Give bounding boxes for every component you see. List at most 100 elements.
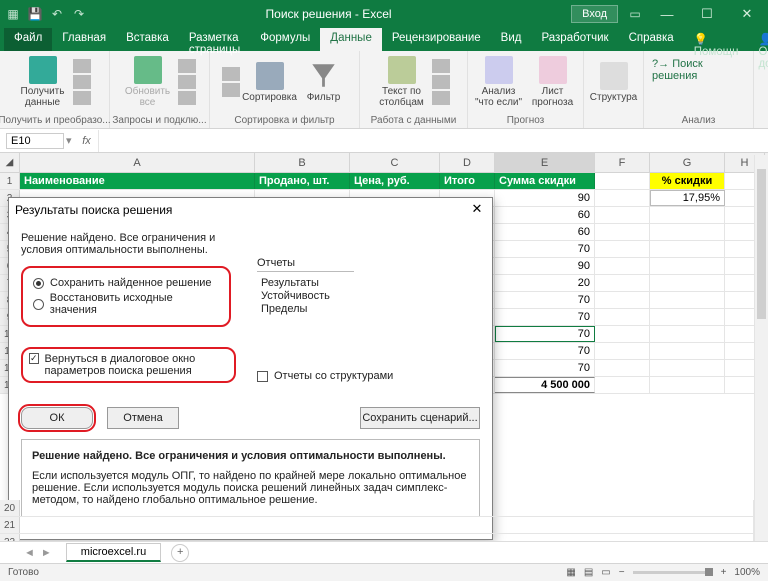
cell[interactable]	[595, 309, 650, 325]
cell[interactable]: 90	[495, 190, 595, 206]
cell[interactable]: 17,95%	[650, 190, 725, 206]
cell[interactable]	[650, 241, 725, 257]
row-head[interactable]: 1	[0, 173, 20, 189]
cell[interactable]	[595, 190, 650, 206]
redo-icon[interactable]: ↷	[72, 7, 86, 21]
zoom-in-icon[interactable]: +	[721, 567, 727, 578]
cell[interactable]	[650, 377, 725, 393]
hdr-price[interactable]: Цена, руб.	[350, 173, 440, 189]
tab-help[interactable]: Справка	[619, 28, 684, 51]
cell[interactable]	[650, 224, 725, 240]
save-scenario-button[interactable]: Сохранить сценарий...	[360, 407, 480, 429]
filter-button[interactable]: Фильтр	[300, 62, 348, 103]
data-tools-icons[interactable]	[432, 59, 450, 105]
cell[interactable]	[650, 292, 725, 308]
tab-review[interactable]: Рецензирование	[382, 28, 491, 51]
cell[interactable]: 70	[495, 343, 595, 359]
row-head[interactable]: 20	[0, 500, 20, 516]
cell[interactable]: 90	[495, 258, 595, 274]
save-icon[interactable]: 💾	[28, 7, 42, 21]
col-head-G[interactable]: G	[650, 153, 725, 172]
hdr-total[interactable]: Итого	[440, 173, 495, 189]
cell[interactable]	[650, 326, 725, 342]
cell[interactable]	[650, 258, 725, 274]
col-head-B[interactable]: B	[255, 153, 350, 172]
cell[interactable]	[650, 207, 725, 223]
cell[interactable]	[650, 275, 725, 291]
col-head-F[interactable]: F	[595, 153, 650, 172]
cell[interactable]	[595, 224, 650, 240]
reports-list[interactable]: Результаты Устойчивость Пределы	[257, 271, 354, 324]
cell[interactable]	[595, 326, 650, 342]
cell[interactable]	[650, 343, 725, 359]
cell[interactable]: 70	[495, 309, 595, 325]
cell[interactable]	[595, 360, 650, 376]
cell[interactable]: 60	[495, 207, 595, 223]
add-sheet-button[interactable]: +	[171, 544, 189, 562]
tab-home[interactable]: Главная	[52, 28, 116, 51]
return-to-dialog-option[interactable]: ✓ Вернуться в диалоговое окно параметров…	[21, 347, 236, 383]
hdr-name[interactable]: Наименование	[20, 173, 255, 189]
outline-reports-option[interactable]: Отчеты со структурами	[257, 370, 393, 382]
sheet-tab[interactable]: microexcel.ru	[66, 543, 161, 562]
sheet-nav-next-icon[interactable]: ►	[41, 547, 52, 559]
tab-file[interactable]: Файл	[4, 28, 52, 51]
login-button[interactable]: Вход	[571, 5, 618, 23]
select-all-corner[interactable]: ◢	[0, 153, 20, 172]
tab-tell-me[interactable]: 💡 Помощн	[684, 28, 749, 51]
cell[interactable]	[595, 377, 650, 393]
cell[interactable]: 70	[495, 241, 595, 257]
ribbon-display-icon[interactable]: ▭	[628, 7, 642, 21]
row-head[interactable]: 21	[0, 517, 20, 533]
cancel-button[interactable]: Отмена	[107, 407, 179, 429]
ok-button[interactable]: ОК	[21, 407, 93, 429]
radio-keep-solution[interactable]: Сохранить найденное решение	[33, 277, 219, 289]
view-layout-icon[interactable]: ▤	[584, 567, 593, 578]
cell[interactable]: 4 500 000	[495, 377, 595, 393]
dialog-close-button[interactable]: ✕	[468, 201, 486, 219]
tab-insert[interactable]: Вставка	[116, 28, 179, 51]
col-head-A[interactable]: A	[20, 153, 255, 172]
cell[interactable]: 70	[495, 360, 595, 376]
cell[interactable]	[595, 343, 650, 359]
undo-icon[interactable]: ↶	[50, 7, 64, 21]
cell[interactable]: 70	[495, 326, 595, 342]
text-to-columns-button[interactable]: Текст по столбцам	[378, 56, 426, 108]
cell[interactable]	[595, 173, 650, 189]
cell[interactable]	[650, 309, 725, 325]
name-box[interactable]	[6, 133, 64, 149]
cell[interactable]: 20	[495, 275, 595, 291]
tab-developer[interactable]: Разработчик	[531, 28, 618, 51]
vertical-scrollbar[interactable]	[754, 155, 768, 541]
fx-icon[interactable]: fx	[80, 135, 94, 147]
whatif-button[interactable]: Анализ "что если"	[475, 56, 523, 108]
sort-az-icons[interactable]	[222, 67, 240, 97]
cell[interactable]: 60	[495, 224, 595, 240]
sort-button[interactable]: Сортировка	[246, 62, 294, 103]
cell[interactable]	[595, 207, 650, 223]
get-data-small-icons[interactable]	[73, 59, 91, 105]
cell[interactable]	[595, 275, 650, 291]
formula-input[interactable]	[98, 130, 768, 152]
query-icons[interactable]	[178, 59, 196, 105]
col-head-C[interactable]: C	[350, 153, 440, 172]
close-icon[interactable]: ✕	[732, 6, 762, 22]
hdr-discount-sum[interactable]: Сумма скидки	[495, 173, 595, 189]
solver-button[interactable]: ?→ Поиск решения	[652, 58, 745, 82]
sheet-nav-prev-icon[interactable]: ◄	[24, 547, 35, 559]
col-head-D[interactable]: D	[440, 153, 495, 172]
minimize-icon[interactable]: —	[652, 7, 682, 22]
radio-restore-values[interactable]: Восстановить исходные значения	[33, 292, 219, 316]
outline-button[interactable]: Структура	[590, 62, 638, 103]
refresh-all-button[interactable]: Обновить все	[124, 56, 172, 108]
cell[interactable]	[595, 292, 650, 308]
share-button[interactable]: 👤 Общий доступ	[748, 28, 768, 51]
tab-data[interactable]: Данные	[320, 28, 382, 51]
tab-formulas[interactable]: Формулы	[250, 28, 320, 51]
view-pagebreak-icon[interactable]: ▭	[601, 567, 610, 578]
maximize-icon[interactable]: ☐	[692, 6, 722, 22]
col-head-E[interactable]: E	[495, 153, 595, 172]
zoom-slider[interactable]	[633, 571, 713, 574]
tab-view[interactable]: Вид	[491, 28, 532, 51]
dropdown-icon[interactable]: ▾	[66, 134, 72, 147]
